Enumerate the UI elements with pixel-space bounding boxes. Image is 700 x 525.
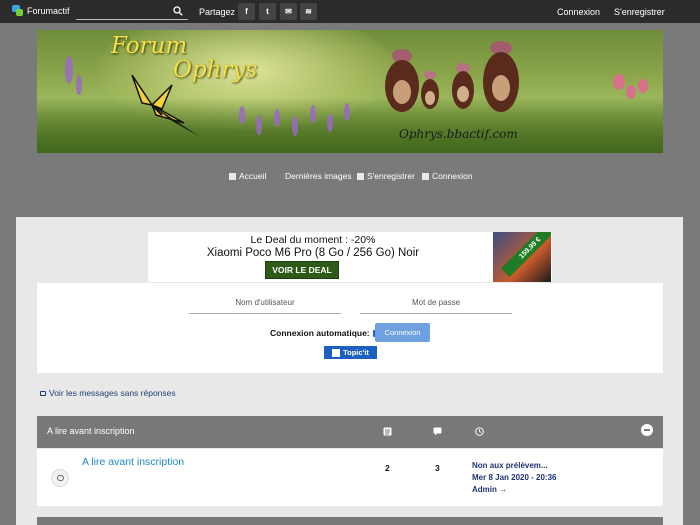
banner-title-line2: Ophrys: [173, 57, 258, 83]
deal-product: Xiaomi Poco M6 Pro (8 Go / 256 Go) Noir: [206, 247, 420, 259]
nav-register[interactable]: S'enregistrer: [357, 171, 415, 181]
topics-icon: [383, 427, 392, 436]
nav-login[interactable]: Connexion: [422, 171, 473, 181]
register-icon: [357, 172, 364, 180]
share-label: Partagez :: [199, 7, 241, 17]
last-post-title-link[interactable]: Non aux prélèvem...: [472, 461, 548, 470]
butterfly-image: [131, 74, 200, 137]
deal-price: 159,99 €: [501, 232, 551, 277]
posts-icon: [433, 427, 442, 436]
nav-home-label: Accueil: [239, 171, 267, 181]
rss-icon: ≋: [305, 7, 312, 16]
banner-title-line1: Forum: [111, 33, 188, 59]
nav-register-label: S'enregistrer: [367, 171, 415, 181]
forumactif-brand[interactable]: Forumactif: [12, 5, 70, 16]
phone-image: 159,99 €: [493, 232, 551, 282]
top-register-link[interactable]: S'enregistrer: [614, 7, 665, 17]
forum-name-link[interactable]: A lire avant inscription: [82, 456, 184, 468]
topicit-icon: [332, 348, 341, 357]
last-post-author-link[interactable]: Admin →: [472, 485, 507, 494]
brand-label: Forumactif: [27, 5, 70, 16]
login-submit-button[interactable]: Connexion: [375, 323, 430, 342]
topicit-button[interactable]: Topic'it: [324, 346, 377, 359]
forumactif-logo-icon: [12, 5, 23, 16]
deal-ad[interactable]: Le Deal du moment : -20% Xiaomi Poco M6 …: [148, 232, 552, 282]
password-field[interactable]: Mot de passe: [360, 298, 512, 314]
unanswered-link[interactable]: Voir les messages sans réponses: [40, 388, 176, 398]
mail-icon: ✉: [285, 7, 292, 16]
login-box: Nom d'utilisateur Mot de passe Connexion…: [37, 283, 663, 373]
last-post-date: Mer 8 Jan 2020 - 20:36: [472, 473, 557, 482]
forum-status-icon: [51, 469, 69, 487]
top-bar: Forumactif Partagez : f t ✉ ≋ Connexion …: [0, 0, 700, 23]
unanswered-label: Voir les messages sans réponses: [49, 388, 176, 398]
nav-latest-images-label: Dernières images: [285, 171, 352, 181]
login-icon: [422, 172, 429, 180]
twitter-share-button[interactable]: t: [259, 3, 276, 20]
auto-login-label: Connexion automatique:: [270, 328, 370, 338]
forum-banner[interactable]: Forum Ophrys Ophrys.bbactif.com: [37, 30, 663, 153]
category-title[interactable]: A lire avant inscription: [47, 426, 135, 436]
category-header: A lire avant inscription: [37, 416, 663, 448]
username-field[interactable]: Nom d'utilisateur: [189, 298, 341, 314]
topicit-label: Topic'it: [343, 348, 369, 357]
clock-icon: [475, 427, 484, 436]
orchid-figures-image: [385, 41, 519, 112]
nav-home[interactable]: Accueil: [229, 171, 266, 181]
twitter-icon: t: [266, 7, 269, 16]
search-icon[interactable]: [173, 6, 183, 16]
rss-share-button[interactable]: ≋: [300, 3, 317, 20]
comment-icon: [40, 390, 46, 396]
deal-headline: Le Deal du moment : -20%: [250, 234, 376, 246]
see-deal-button[interactable]: VOIR LE DEAL: [265, 261, 339, 279]
username-placeholder: Nom d'utilisateur: [235, 298, 295, 307]
auto-login-option: Connexion automatique:: [270, 328, 380, 338]
next-category-header: [37, 517, 663, 525]
top-login-link[interactable]: Connexion: [557, 7, 600, 17]
home-icon: [229, 172, 236, 180]
facebook-icon: f: [245, 7, 248, 16]
forum-posts-count: 3: [435, 463, 440, 473]
search-box: [76, 3, 188, 20]
nav-login-label: Connexion: [432, 171, 473, 181]
facebook-share-button[interactable]: f: [238, 3, 255, 20]
search-input[interactable]: [76, 3, 171, 19]
nav-latest-images[interactable]: Dernières images: [285, 171, 352, 181]
mail-share-button[interactable]: ✉: [280, 3, 297, 20]
banner-url: Ophrys.bbactif.com: [399, 127, 518, 141]
forum-topics-count: 2: [385, 463, 390, 473]
password-placeholder: Mot de passe: [411, 298, 461, 307]
collapse-category-icon[interactable]: [641, 424, 653, 436]
forum-row: A lire avant inscription 2 3 Non aux pré…: [37, 449, 663, 506]
